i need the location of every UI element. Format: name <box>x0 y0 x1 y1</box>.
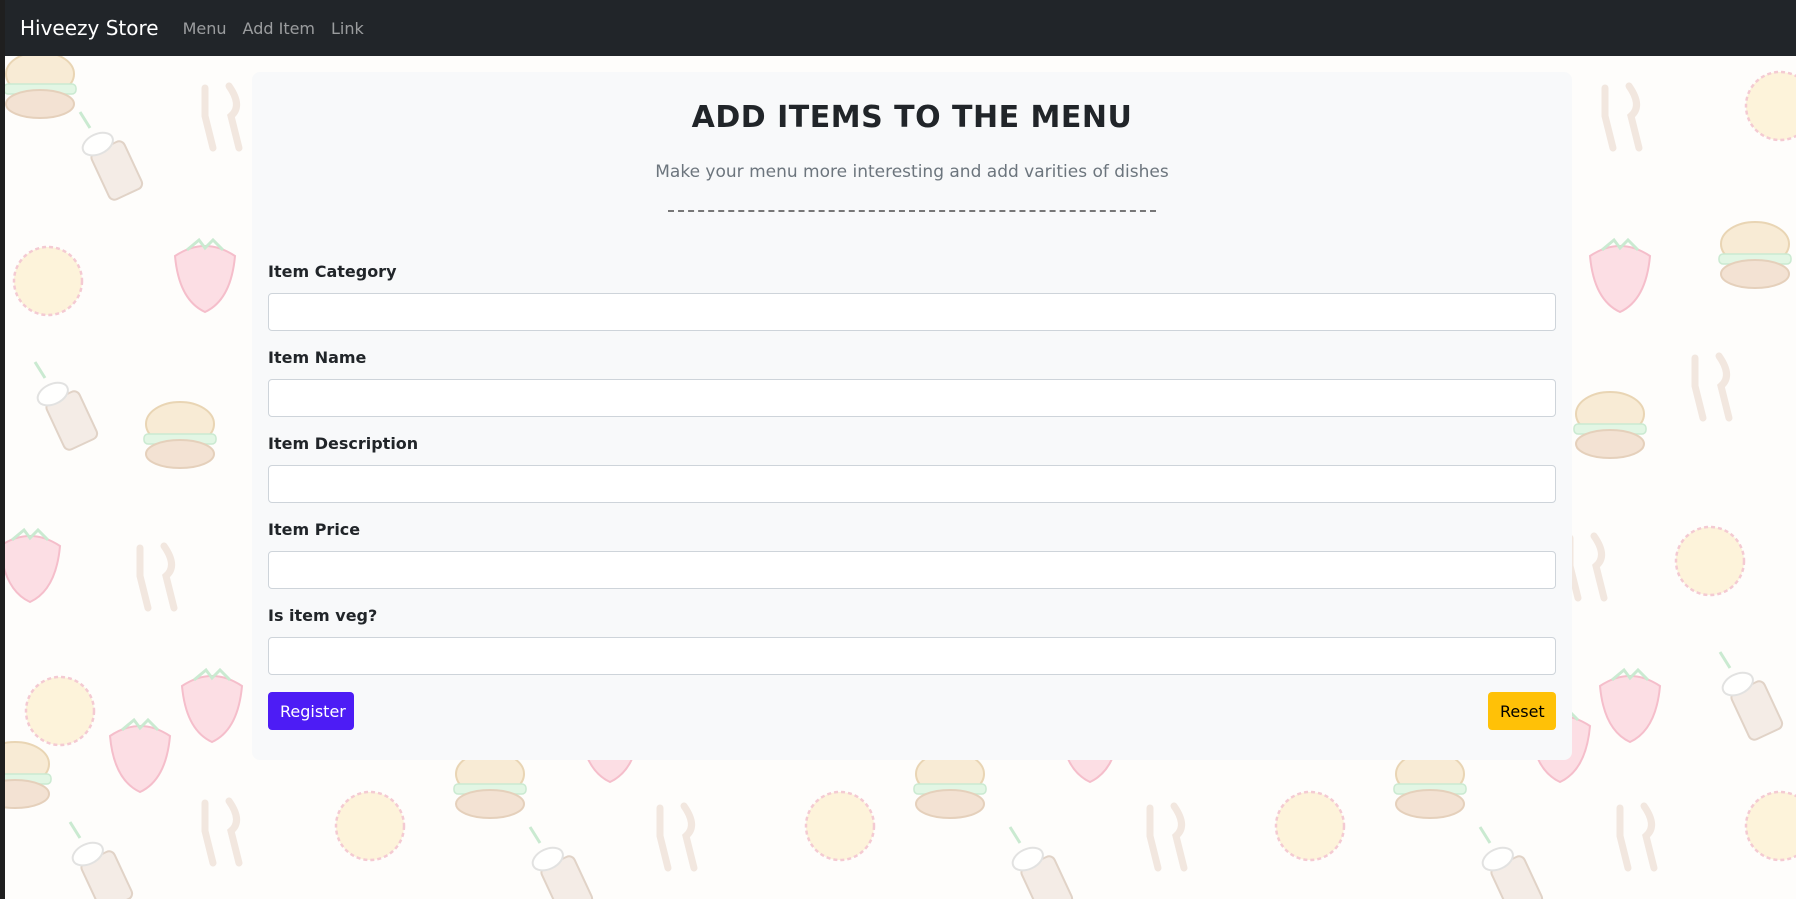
nav-link-add-item[interactable]: Add Item <box>243 19 315 38</box>
register-button[interactable]: Register <box>268 692 354 730</box>
dashed-divider <box>668 210 1156 212</box>
nav-link-menu[interactable]: Menu <box>183 19 227 38</box>
form-subtitle: Make your menu more interesting and add … <box>655 162 1169 182</box>
navbar: Hiveezy Store Menu Add Item Link <box>0 0 1796 56</box>
item-veg-label: Is item veg? <box>268 606 378 625</box>
brand-link[interactable]: Hiveezy Store <box>20 16 159 40</box>
add-item-form-card: ADD ITEMS TO THE MENU Make your menu mor… <box>252 72 1572 760</box>
item-name-label: Item Name <box>268 348 367 367</box>
reset-button[interactable]: Reset <box>1488 692 1556 730</box>
item-name-input[interactable] <box>268 379 1556 417</box>
item-description-input[interactable] <box>268 465 1556 503</box>
window-edge <box>0 0 5 899</box>
item-veg-input[interactable] <box>268 637 1556 675</box>
nav-link-link[interactable]: Link <box>331 19 364 38</box>
item-price-label: Item Price <box>268 520 361 539</box>
item-price-input[interactable] <box>268 551 1556 589</box>
item-description-label: Item Description <box>268 434 419 453</box>
item-category-label: Item Category <box>268 262 397 281</box>
form-title: ADD ITEMS TO THE MENU <box>691 100 1133 135</box>
item-category-input[interactable] <box>268 293 1556 331</box>
